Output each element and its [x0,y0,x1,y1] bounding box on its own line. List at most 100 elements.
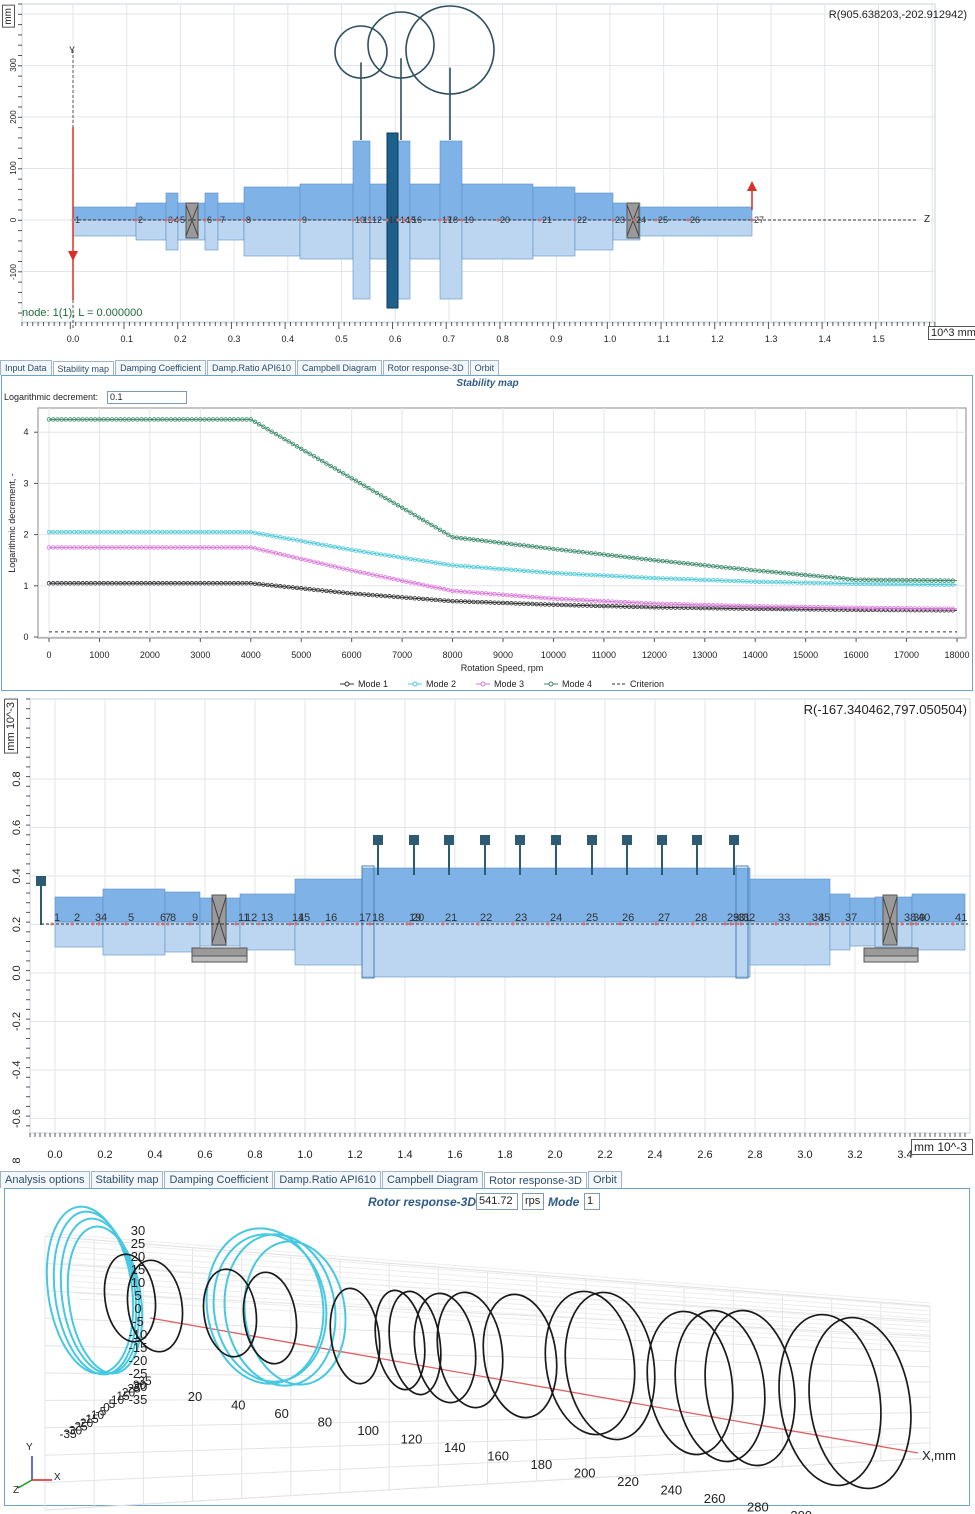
x-tick-label: 11000 [592,650,616,660]
node-label: 25 [658,215,668,225]
shaft-section-lower [409,219,441,260]
x-unit-label-2: mm 10^-3 [911,1139,973,1155]
x-tick-label: 120 [401,1432,423,1447]
rotor-model-view[interactable]: 300 200 100 0 -100 0.0 0.1 0.2 0.3 0.4 0.5 0.6 0.7 0.… [0,0,975,352]
node-label: 37 [845,912,857,924]
x-tick-label: 1.0 [604,334,617,344]
pin-head [444,835,454,845]
shaft-section-lower [352,219,371,300]
pin-head [515,835,525,845]
node-label: 26 [690,215,700,225]
y-tick-label: 0 [23,632,28,642]
node-label: 35 [818,912,830,924]
node-label: 18 [448,215,458,225]
y-tick-label: 4 [23,427,28,437]
shaft-section-lower [361,921,751,978]
shaft-section-lower [439,219,463,300]
node-label: 18 [372,912,384,924]
tab-analysis-options[interactable]: Analysis options [0,1171,90,1188]
node-label: 15 [298,912,310,924]
x-tick-label: 3.0 [797,1149,812,1161]
x-tick-label: 1.5 [872,334,885,344]
shaft-section-lower [369,219,388,260]
x-tick-label: 2000 [140,650,160,660]
x-tick-label: 7000 [392,650,412,660]
tab-orbit[interactable]: Orbit [588,1171,622,1188]
stability-map-panel: Stability map Logarithmic decrement: 0.1… [0,375,975,693]
tab-damping-coefficient[interactable]: Damping Coefficient [115,360,206,375]
tab-stability-map[interactable]: Stability map [90,1171,164,1188]
node-label: 7 [220,215,225,225]
y-tick-label: 0.0 [11,965,23,980]
x-tick-label: 1.8 [497,1149,512,1161]
node-label: 19 [464,215,474,225]
tab-stability-map[interactable]: Stability map [52,361,115,376]
y-axis-label: Logarithmic decrement, - [7,473,17,573]
x-tick-label: 0.2 [174,334,187,344]
node-label: 8 [246,215,251,225]
x-tick-label: 40 [231,1398,245,1413]
x-axis-label: Rotation Speed, rpm [461,663,544,673]
cursor-readout-2: R(-167.340462,797.050504) [803,702,967,717]
x-tick-label: 1.4 [819,334,832,344]
x-tick-label: 3000 [190,650,210,660]
x-tick-label: 300 [790,1508,812,1514]
y-tick-label: -0.4 [11,1061,23,1080]
node-label: 27 [658,912,670,924]
x-tick-label: 0.9 [550,334,563,344]
rotor-model-view-2[interactable]: 0.0 0.2 0.4 0.6 0.8 1.0 1.2 1.4 1.6 1.8 2.0 2.2 2.4 2… [0,695,975,1165]
analysis-tabs-bottom: Analysis options Stability map Damping Coe… [0,1167,623,1189]
tab-rotor-response-3d[interactable]: Rotor response-3D [484,1172,587,1189]
tab-rotor-response-3d[interactable]: Rotor response-3D [382,360,469,375]
x-tick-label: 1000 [89,650,109,660]
node-label: 26 [622,912,634,924]
shaft-section-lower [749,921,831,966]
rotor-response-3d-canvas[interactable]: 20 40 60 80 100 120 140 160 180 200 220 240 260 280 30… [0,1188,975,1514]
node-label: 2 [74,912,80,924]
tab-orbit[interactable]: Orbit [469,360,500,375]
shaft-section-lower [911,921,966,951]
node-label: 24 [550,912,562,924]
y-tick-label: 2 [23,530,28,540]
z-axis-label: Z [924,214,930,225]
y-tick-label: 3 [23,478,28,488]
x-tick-label: 0 [46,650,51,660]
rotor-model-canvas[interactable]: 300 200 100 0 -100 0.0 0.1 0.2 0.3 0.4 0.5 0.6 0.7 0.… [0,0,975,352]
y-tick-label: 0.4 [11,868,23,883]
shaft-section-lower [54,921,104,948]
pin-head [729,835,739,845]
shaft-section-upper [439,140,463,221]
legend-marker [344,681,350,687]
x-tick-label: 17000 [894,650,919,660]
legend-label: Mode 1 [358,679,388,689]
triad-z-axis [17,1479,33,1489]
node-label: 22 [480,912,492,924]
shaft-section-lower [532,219,576,257]
x-tick-label: 80 [318,1415,332,1430]
rotor-model-canvas-2[interactable]: 0.0 0.2 0.4 0.6 0.8 1.0 1.2 1.4 1.6 1.8 2.0 2.2 2.4 2… [0,695,975,1165]
x-tick-label: 8000 [443,650,463,660]
x-tick-label: 14000 [743,650,768,660]
tab-damping-coefficient[interactable]: Damping Coefficient [164,1171,274,1188]
tab-campbell-diagram[interactable]: Campbell Diagram [381,1171,484,1188]
bearing-base [863,947,919,957]
stability-chart: 0 1000 2000 3000 4000 5000 6000 7000 8000 9000 100… [7,407,970,689]
tab-input-data[interactable]: Input Data [0,360,52,375]
pin-head [587,835,597,845]
node-label: 33 [778,912,790,924]
pin-head [657,835,667,845]
node-label: 16 [325,912,337,924]
shaft-section-lower [461,219,534,260]
x-tick-label: 6000 [342,650,362,660]
x-tick-label: 100 [357,1423,379,1438]
x-tick-label: 0.8 [496,334,509,344]
x-tick-label: 60 [274,1406,288,1421]
x-tick-label: 0.1 [120,334,133,344]
y-tick-label: 1 [23,581,28,591]
tab-damp-ratio-api610[interactable]: Damp.Ratio API610 [274,1171,381,1188]
node-label: 32 [743,912,755,924]
y-tick-label: 0.8 [11,771,23,786]
tab-damp-ratio-api610[interactable]: Damp.Ratio API610 [206,360,296,375]
x-tick-label: 1.4 [397,1149,412,1161]
tab-campbell-diagram[interactable]: Campbell Diagram [297,360,382,375]
